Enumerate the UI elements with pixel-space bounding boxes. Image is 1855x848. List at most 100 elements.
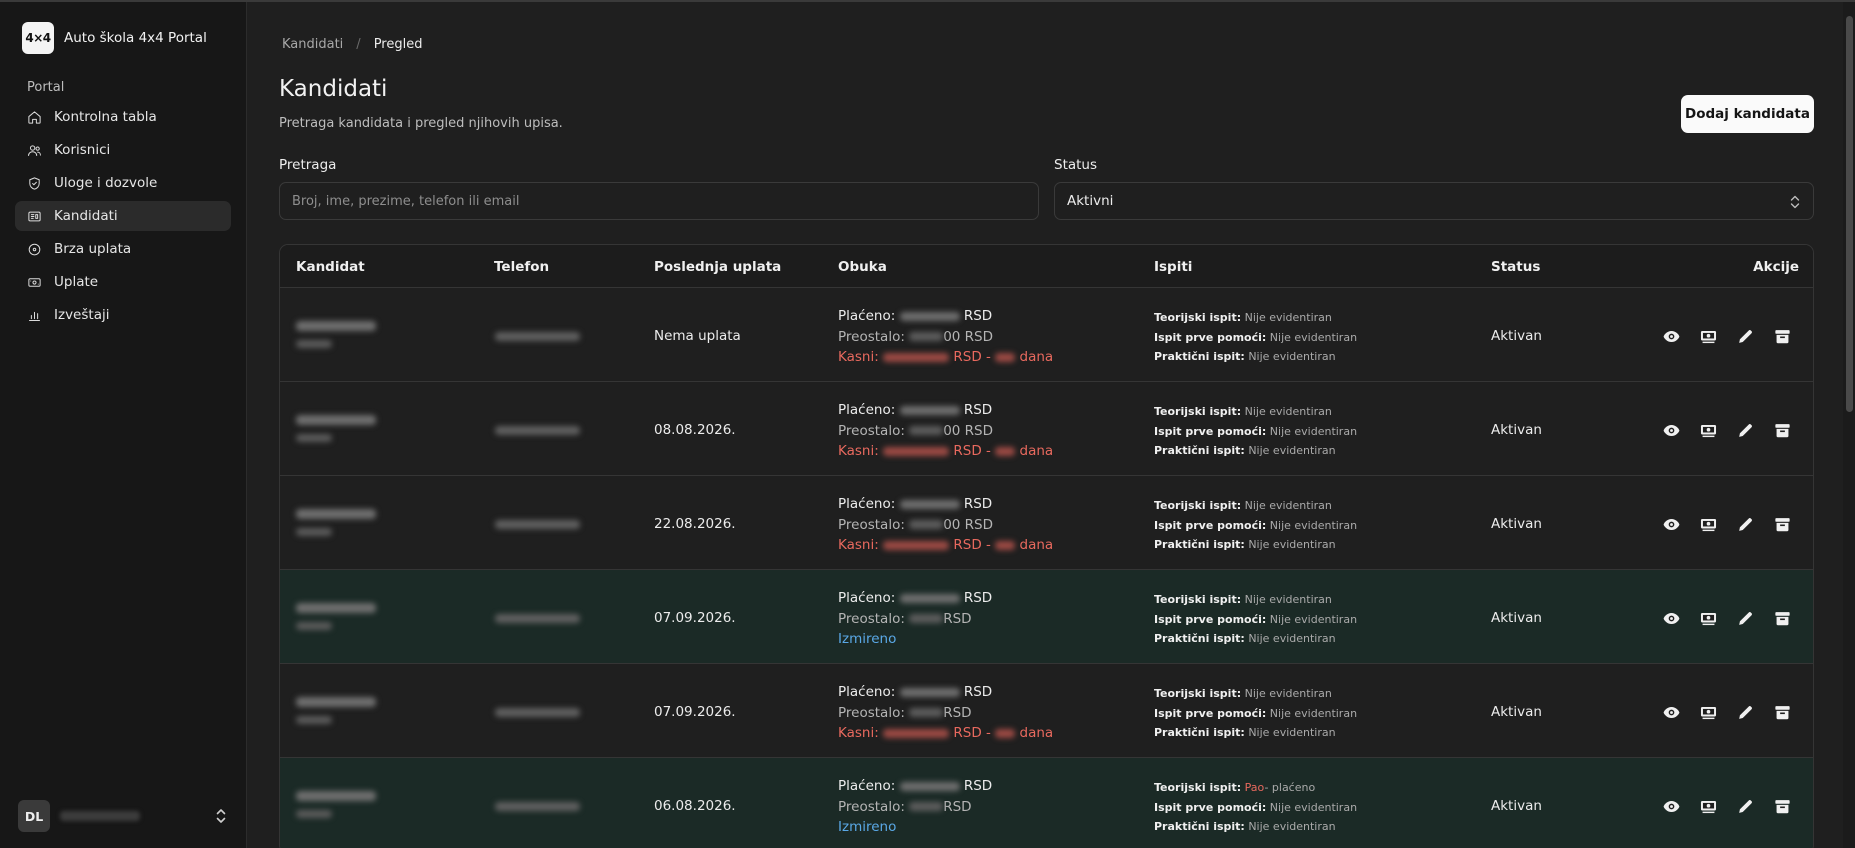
table-row[interactable]: Nema uplata Plaćeno: RSD Preostalo: 00 RSD… — [280, 288, 1813, 382]
eye-icon — [1663, 706, 1679, 718]
user-menu[interactable]: DL — [18, 800, 228, 832]
column-header-kandidat[interactable]: Kandidat — [296, 259, 365, 275]
late-days-redacted — [995, 540, 1016, 550]
sidebar-item-kontrolna-tabla[interactable]: Kontrolna tabla — [15, 102, 231, 132]
breadcrumb-parent[interactable]: Kandidati — [282, 37, 343, 52]
sidebar-item-uplate[interactable]: Uplate — [15, 267, 231, 297]
sidebar-item-label: Uplate — [54, 274, 99, 290]
paid-line: Plaćeno: RSD — [838, 776, 992, 797]
late-amount-redacted — [883, 728, 950, 738]
remaining-amount-redacted — [909, 332, 944, 341]
payment-button[interactable] — [1697, 607, 1719, 629]
text-label: Nije evidentiran — [1269, 612, 1358, 626]
add-candidate-button[interactable]: Dodaj kandidata — [1681, 95, 1814, 133]
column-header-obuka[interactable]: Obuka — [838, 259, 887, 275]
view-button[interactable] — [1660, 513, 1682, 535]
column-header-status[interactable]: Status — [1491, 259, 1540, 275]
candidate-number-redacted — [296, 434, 332, 442]
remaining-amount-redacted — [909, 614, 944, 623]
sidebar-item-izvestaji[interactable]: Izveštaji — [15, 300, 231, 330]
edit-button[interactable] — [1734, 701, 1756, 723]
text-label: Ispit prve pomoći: — [1154, 330, 1267, 344]
eye-icon — [1663, 330, 1679, 342]
paid-line: Plaćeno: RSD — [838, 682, 1053, 703]
column-header-akcije: Akcije — [1753, 259, 1799, 275]
table-row[interactable]: 08.08.2026. Plaćeno: RSD Preostalo: 00 RSD… — [280, 382, 1813, 476]
sidebar-item-korisnici[interactable]: Korisnici — [15, 135, 231, 165]
status-value: Aktivan — [1491, 704, 1542, 720]
candidate-name-redacted[interactable] — [296, 697, 376, 707]
status-select[interactable]: Aktivni — [1054, 182, 1814, 220]
view-button[interactable] — [1660, 419, 1682, 441]
scrollbar-thumb[interactable] — [1846, 16, 1853, 412]
payment-button[interactable] — [1697, 795, 1719, 817]
payment-button[interactable] — [1697, 419, 1719, 441]
candidate-name-redacted[interactable] — [296, 321, 376, 331]
archive-button[interactable] — [1771, 513, 1793, 535]
text-label: dana — [1019, 443, 1054, 459]
payment-button[interactable] — [1697, 701, 1719, 723]
training-cell: Plaćeno: RSD Preostalo: RSD Izmireno — [838, 776, 992, 838]
paid-line: Plaćeno: RSD — [838, 494, 1053, 515]
view-button[interactable] — [1660, 701, 1682, 723]
status-value: Aktivan — [1491, 610, 1542, 626]
edit-button[interactable] — [1734, 325, 1756, 347]
paid-amount-redacted — [899, 593, 960, 603]
payment-button[interactable] — [1697, 325, 1719, 347]
archive-button[interactable] — [1771, 325, 1793, 347]
sidebar-item-label: Izveštaji — [54, 307, 110, 323]
shield-icon — [29, 176, 40, 190]
sidebar-item-uloge-i-dozvole[interactable]: Uloge i dozvole — [15, 168, 231, 198]
candidate-name-redacted[interactable] — [296, 415, 376, 425]
sidebar-item-brza-uplata[interactable]: Brza uplata — [15, 234, 231, 264]
exam-theory: Teorijski ispit: Nije evidentiran — [1154, 402, 1357, 422]
view-button[interactable] — [1660, 795, 1682, 817]
column-header-poslednja-uplata[interactable]: Poslednja uplata — [654, 259, 781, 275]
archive-button[interactable] — [1771, 795, 1793, 817]
table-row[interactable]: 07.09.2026. Plaćeno: RSD Preostalo: RSD Kas… — [280, 664, 1813, 758]
view-button[interactable] — [1660, 325, 1682, 347]
row-actions — [1660, 419, 1808, 441]
page-title: Kandidati — [279, 76, 388, 102]
home-icon — [28, 110, 41, 124]
edit-button[interactable] — [1734, 513, 1756, 535]
archive-button[interactable] — [1771, 607, 1793, 629]
edit-button[interactable] — [1734, 419, 1756, 441]
paid-line: Plaćeno: RSD — [838, 400, 1053, 421]
candidate-name-redacted[interactable] — [296, 509, 376, 519]
table-row[interactable]: 22.08.2026. Plaćeno: RSD Preostalo: 00 RSD… — [280, 476, 1813, 570]
candidate-name-redacted[interactable] — [296, 603, 376, 613]
exam-practical: Praktični ispit: Nije evidentiran — [1154, 723, 1357, 743]
text-label: RSD — [963, 684, 993, 700]
column-header-ispiti[interactable]: Ispiti — [1154, 259, 1192, 275]
payment-button[interactable] — [1697, 513, 1719, 535]
table-row[interactable]: 07.09.2026. Plaćeno: RSD Preostalo: RSD Izm… — [280, 570, 1813, 664]
search-input[interactable] — [279, 182, 1039, 220]
text-label: Ispit prve pomoći: — [1154, 612, 1267, 626]
edit-button[interactable] — [1734, 795, 1756, 817]
text-label: Pao — [1244, 781, 1265, 794]
column-header-telefon[interactable]: Telefon — [494, 259, 549, 275]
phone-redacted — [495, 614, 580, 623]
table-row[interactable]: 06.08.2026. Plaćeno: RSD Preostalo: RSD Izm… — [280, 758, 1813, 848]
exam-first-aid: Ispit prve pomoći: Nije evidentiran — [1154, 704, 1357, 724]
archive-button[interactable] — [1771, 701, 1793, 723]
edit-button[interactable] — [1734, 607, 1756, 629]
text-label: Preostalo: — [838, 798, 905, 815]
brand[interactable]: 4×4 Auto škola 4x4 Portal — [22, 22, 207, 54]
last-payment: 06.08.2026. — [654, 798, 736, 814]
chevrons-up-down-icon — [1790, 195, 1800, 209]
edit-icon — [1738, 799, 1752, 813]
candidate-number-redacted — [296, 716, 332, 724]
paid-label: Plaćeno: — [838, 402, 896, 418]
sidebar-item-kandidati[interactable]: Kandidati — [15, 201, 231, 231]
text-label: Ispit prve pomoći: — [1154, 706, 1267, 720]
eye-icon — [1663, 424, 1679, 436]
scrollbar[interactable] — [1843, 2, 1855, 848]
banknote-icon — [28, 277, 41, 287]
view-button[interactable] — [1660, 607, 1682, 629]
candidate-name-redacted[interactable] — [296, 791, 376, 801]
late-days-redacted — [995, 352, 1016, 362]
archive-button[interactable] — [1771, 419, 1793, 441]
text-label: Teorijski ispit: — [1154, 405, 1242, 418]
